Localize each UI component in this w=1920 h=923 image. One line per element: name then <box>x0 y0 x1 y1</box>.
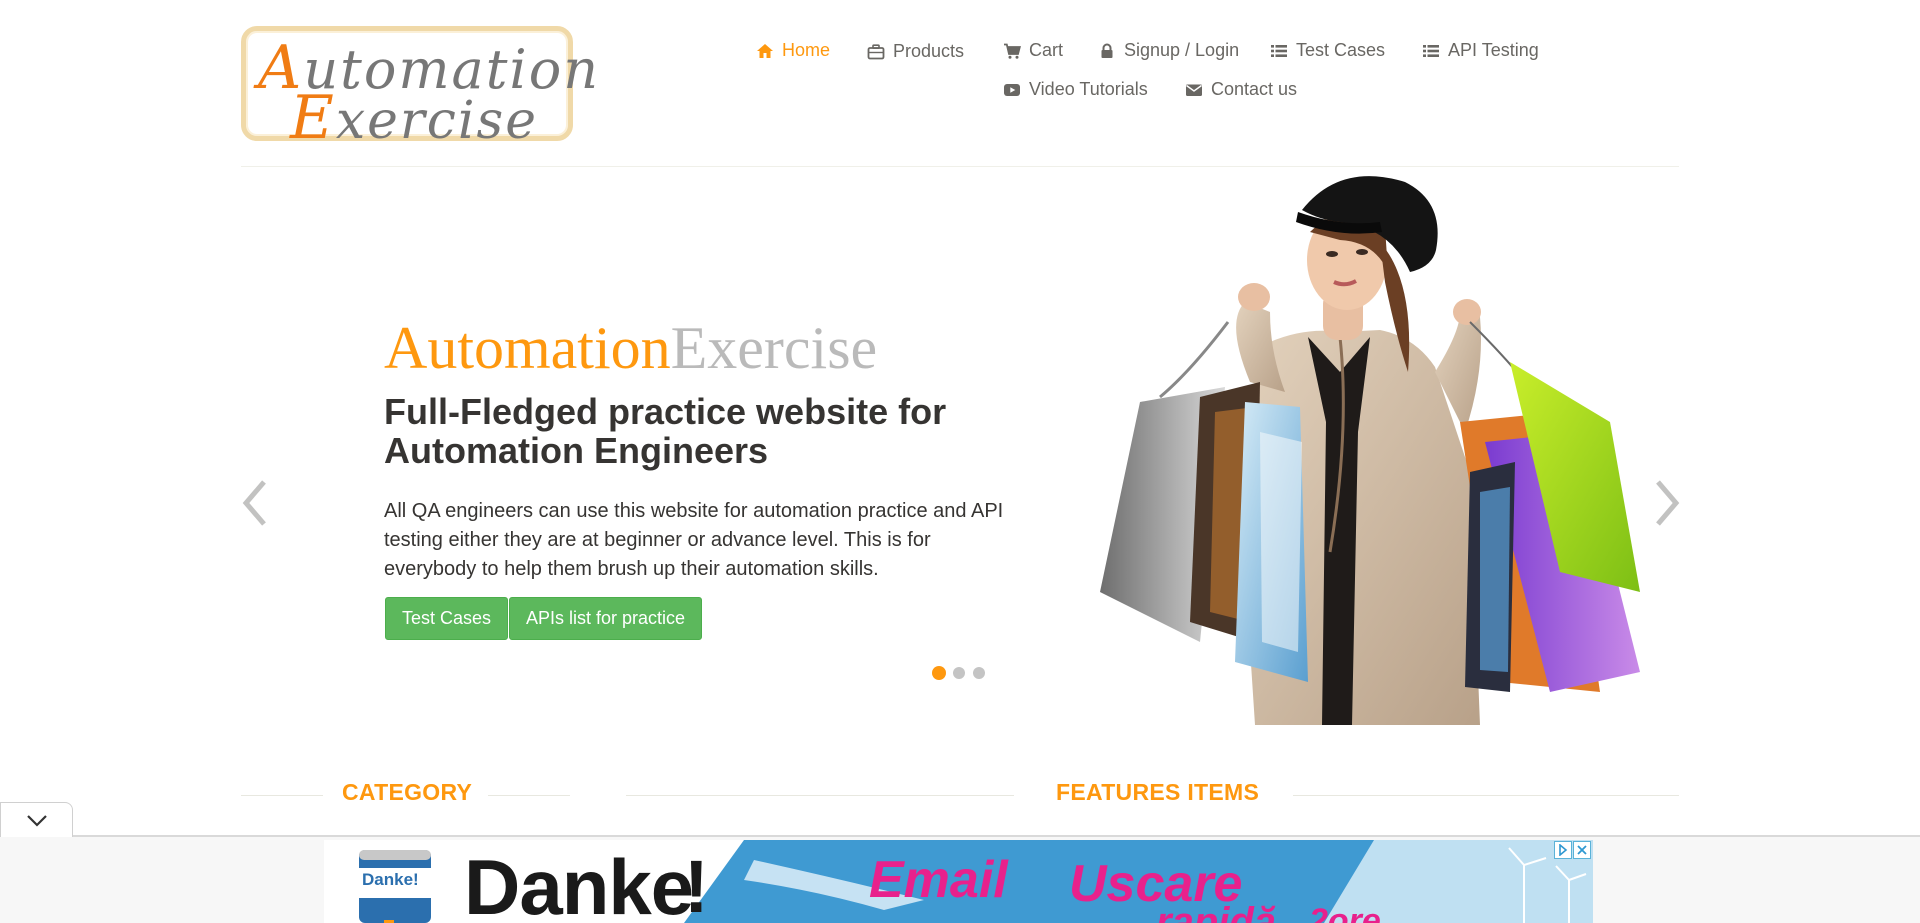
ad-word-2ore: 2ore <box>1309 902 1381 923</box>
category-rule-left <box>241 795 323 796</box>
envelope-icon <box>1186 84 1202 96</box>
slider-headline: Full-Fledged practice website for Automa… <box>384 391 947 471</box>
nav-video-tutorials[interactable]: Video Tutorials <box>1003 79 1148 100</box>
nav-cart[interactable]: Cart <box>1003 40 1063 61</box>
logo-line-2: Exercise <box>290 83 538 153</box>
ad-can-label: Danke! <box>362 870 419 889</box>
category-rule-right <box>488 795 570 796</box>
carousel-indicator-2[interactable] <box>953 667 965 679</box>
header-divider <box>241 166 1679 167</box>
cart-icon <box>1004 43 1021 59</box>
nav-products[interactable]: Products <box>867 41 964 62</box>
carousel-prev-arrow[interactable] <box>240 478 270 528</box>
apis-list-button[interactable]: APIs list for practice <box>509 597 703 640</box>
nav-signup-login[interactable]: Signup / Login <box>1098 40 1239 61</box>
ad-word-rapida: rapidă <box>1156 900 1277 923</box>
nav-test-cases[interactable]: Test Cases <box>1270 40 1385 61</box>
features-rule-left <box>626 795 1014 796</box>
slider-brand-title: AutomationExercise <box>384 315 878 381</box>
ad-collapse-tab[interactable] <box>0 802 73 837</box>
ad-brand-exclaim: ! <box>684 845 709 923</box>
nav-api-testing[interactable]: API Testing <box>1422 40 1539 61</box>
lock-icon <box>1101 43 1113 58</box>
briefcase-icon <box>867 43 885 59</box>
nav-contact-us[interactable]: Contact us <box>1185 79 1297 100</box>
home-icon <box>757 43 773 58</box>
carousel-indicator-3[interactable] <box>973 667 985 679</box>
list-icon <box>1423 44 1439 57</box>
test-cases-button[interactable]: Test Cases <box>385 597 509 640</box>
youtube-icon <box>1004 83 1020 96</box>
slider-description: All QA engineers can use this website fo… <box>384 500 1004 580</box>
ad-brand-text: Danke <box>464 843 694 923</box>
ad-bar-top-border <box>0 835 1920 837</box>
nav-home[interactable]: Home <box>756 40 830 61</box>
adchoices-icon[interactable] <box>1554 841 1572 859</box>
ad-close-icon[interactable] <box>1573 841 1591 859</box>
site-logo[interactable]: Automation Exercise <box>241 26 598 153</box>
ad-word-email: Email <box>869 851 1008 909</box>
carousel-next-arrow[interactable] <box>1652 478 1682 528</box>
category-title: CATEGORY <box>342 779 473 805</box>
features-rule-right <box>1293 795 1679 796</box>
ad-banner[interactable]: Danke! Danke ! Email Uscare rapidă 2ore <box>324 840 1593 923</box>
hero-shopping-girl-image <box>1100 176 1640 725</box>
list-icon <box>1271 44 1287 57</box>
chevron-down-icon <box>27 815 47 827</box>
features-items-title: FEATURES ITEMS <box>1056 779 1260 805</box>
carousel-indicator-1[interactable] <box>932 666 946 680</box>
